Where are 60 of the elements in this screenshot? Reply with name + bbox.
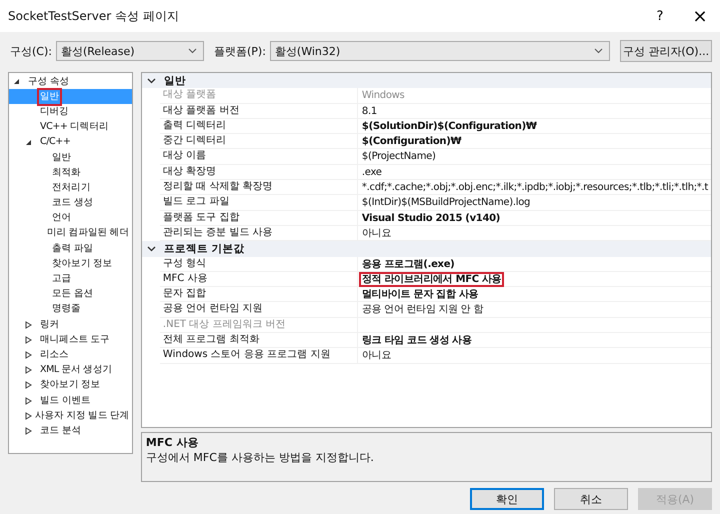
property-value[interactable]: 아니요: [358, 226, 394, 241]
property-name: 대상 플랫폼: [160, 88, 358, 103]
expanded-triangle-icon[interactable]: [13, 78, 20, 86]
configuration-dropdown[interactable]: 활성(Release): [56, 41, 204, 61]
property-value[interactable]: $(ProjectName): [358, 149, 439, 164]
property-value[interactable]: 정적 라이브러리에서 MFC 사용: [358, 272, 504, 287]
collapsed-triangle-icon[interactable]: [25, 350, 32, 359]
description-text: 구성에서 MFC를 사용하는 방법을 지정합니다.: [146, 450, 375, 465]
property-value[interactable]: 아니요: [358, 348, 394, 364]
dialog-button[interactable]: 확인: [470, 488, 544, 510]
dialog-button[interactable]: 취소: [554, 488, 628, 510]
collapsed-triangle-icon[interactable]: [25, 320, 32, 329]
property-name: 공용 언어 런타임 지원: [160, 302, 358, 317]
chevron-down-icon: [594, 48, 603, 54]
property-value[interactable]: 응용 프로그램(.exe): [358, 256, 458, 272]
section-header: 일반: [164, 74, 186, 88]
property-name: 전체 프로그램 최적화: [160, 333, 358, 348]
property-value[interactable]: .exe: [358, 164, 385, 180]
property-name: 대상 확장명: [160, 164, 358, 180]
property-name: 정리할 때 삭제할 확장명: [160, 180, 358, 194]
property-name: .NET 대상 프레임워크 버전: [160, 318, 358, 332]
property-name: 문자 집합: [160, 287, 358, 302]
property-name: 출력 디렉터리: [160, 118, 358, 134]
collapsed-triangle-icon[interactable]: [25, 396, 32, 405]
property-value[interactable]: Visual Studio 2015 (v140): [358, 210, 504, 226]
close-button[interactable]: ×: [680, 1, 720, 31]
property-value[interactable]: $(Configuration)₩: [358, 134, 464, 150]
section-header: 프로젝트 기본값: [164, 242, 245, 256]
help-button[interactable]: ?: [640, 1, 680, 31]
chevron-down-icon[interactable]: [146, 78, 156, 84]
collapsed-triangle-icon[interactable]: [25, 366, 32, 374]
window-title: SocketTestServer 속성 페이지: [8, 8, 180, 24]
property-value[interactable]: 공용 언어 런타임 지원 안 함: [358, 302, 486, 318]
property-value[interactable]: 8.1: [358, 104, 380, 119]
collapsed-triangle-icon[interactable]: [25, 412, 32, 420]
expanded-triangle-icon[interactable]: [25, 138, 32, 146]
chevron-down-icon: [188, 48, 197, 54]
property-name: 대상 플랫폼 버전: [160, 104, 358, 118]
property-value[interactable]: 멀티바이트 문자 집합 사용: [358, 287, 482, 302]
configuration-label: 구성(C):: [10, 44, 52, 58]
property-name: Windows 스토어 응용 프로그램 지원: [160, 348, 358, 363]
collapsed-triangle-icon[interactable]: [25, 426, 32, 435]
property-value[interactable]: 링크 타임 코드 생성 사용: [358, 333, 475, 348]
configuration-manager-button[interactable]: 구성 관리자(O)...: [620, 40, 712, 62]
property-name: 플랫폼 도구 집합: [160, 210, 358, 225]
property-name: 대상 이름: [160, 149, 358, 164]
property-value[interactable]: $(IntDir)$(MSBuildProjectName).log: [358, 195, 534, 210]
platform-label: 플랫폼(P):: [214, 44, 266, 58]
property-name: 구성 형식: [160, 256, 358, 271]
collapsed-triangle-icon[interactable]: [25, 381, 32, 390]
property-name: 중간 디렉터리: [160, 134, 358, 148]
property-name: MFC 사용: [160, 272, 358, 286]
property-name: 빌드 로그 파일: [160, 195, 358, 210]
property-value[interactable]: *.cdf;*.cache;*.obj;*.obj.enc;*.ilk;*.ipdb;*.iobj;*.resources;*.tlb;*.tli;*.tlh;*.t: [358, 180, 711, 196]
platform-dropdown[interactable]: 활성(Win32): [270, 41, 610, 61]
property-name: 관리되는 증분 빌드 사용: [160, 226, 358, 240]
description-title: MFC 사용: [146, 435, 200, 450]
collapsed-triangle-icon[interactable]: [25, 336, 32, 344]
property-value[interactable]: $(SolutionDir)$(Configuration)₩: [358, 118, 540, 134]
chevron-down-icon[interactable]: [146, 246, 156, 252]
